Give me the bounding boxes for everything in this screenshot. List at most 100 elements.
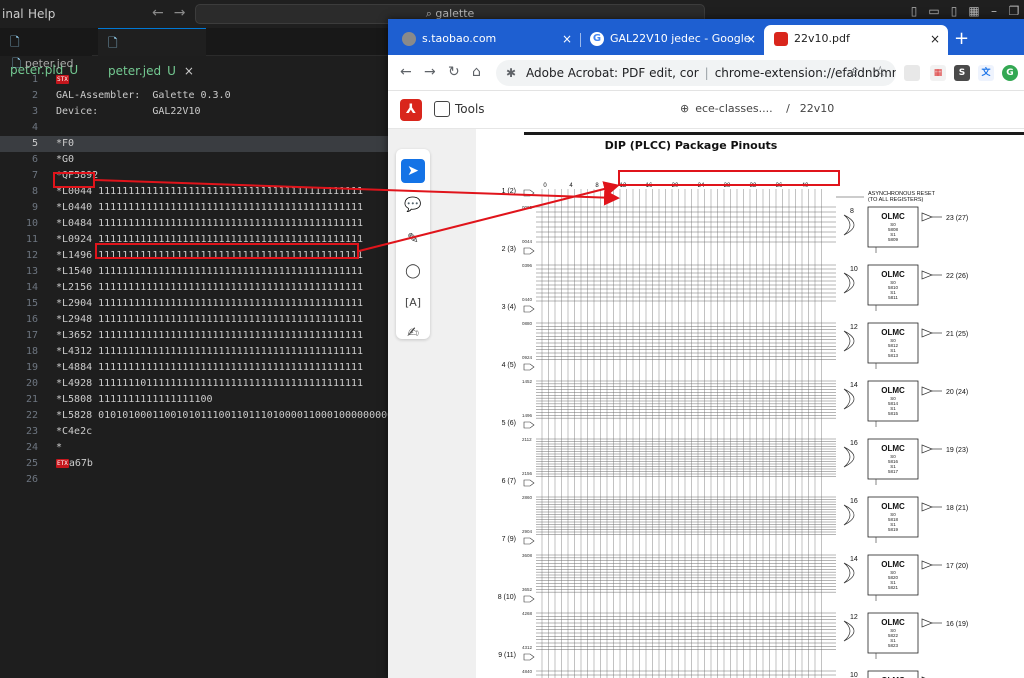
new-tab-button[interactable]: + xyxy=(954,25,969,53)
code-editor[interactable]: 1 STX 2 GAL-Assembler: Galette 0.3.0 3 Device… xyxy=(0,72,393,488)
acrobat-icon xyxy=(774,32,788,46)
restore-icon[interactable]: ❐ xyxy=(1004,4,1024,18)
code-line[interactable]: 2 GAL-Assembler: Galette 0.3.0 xyxy=(0,88,390,104)
input-buffer-icon xyxy=(523,247,535,255)
olmc-select-fuse: 5823 xyxy=(888,643,899,648)
control-char-badge: ETX xyxy=(56,458,69,468)
back-icon[interactable]: ← xyxy=(400,64,412,80)
or-gate-icon xyxy=(843,504,855,526)
share-icon[interactable]: ⇪ xyxy=(850,65,860,79)
address-bar[interactable]: ✱ Adobe Acrobat: PDF edit, cor | chrome-ex… xyxy=(496,60,896,86)
annotation-box-l1540-fuses xyxy=(95,243,359,259)
desktop: inal Help ←→ ⌕ galette ▯ ▭ ▯ ▦ – ❐ 🗋peter.pld… xyxy=(0,0,1024,678)
code-line[interactable]: 17 *L3652 1111111111111111111111111111111… xyxy=(0,328,390,344)
file-icon: 🗋 xyxy=(10,35,20,49)
input-buffer-icon xyxy=(523,305,535,313)
comment-icon[interactable]: 💬 xyxy=(401,193,425,217)
input-pin-label: 5 (6) xyxy=(502,420,516,427)
document-path: ⊕ ece-classes.... /22v10 xyxy=(680,102,835,115)
line-number: 4 xyxy=(31,122,38,133)
fuse-row-label: 4268 xyxy=(522,611,533,616)
output-pin-label: 20 (24) xyxy=(946,389,968,396)
chrome-tab-google[interactable]: G GAL22V10 jedec - Google Search × xyxy=(580,25,764,73)
code-line[interactable]: 15 *L2904 1111111111111111111111111111111… xyxy=(0,296,390,312)
line-number: 8 xyxy=(31,186,38,197)
tools-button[interactable]: Tools xyxy=(455,102,485,116)
code-line[interactable]: 3 Device: GAL22V10 xyxy=(0,104,390,120)
or-gate-icon xyxy=(843,272,855,294)
line-number: 24 xyxy=(25,442,38,453)
pencil-icon[interactable]: ✎ xyxy=(401,227,425,251)
code-line[interactable]: 24 * xyxy=(0,440,390,456)
line-text: *L4928 111111101111111111111111111111111… xyxy=(56,378,364,389)
chrome-tab-taobao[interactable]: s.taobao.com × xyxy=(392,25,580,55)
close-tab-icon[interactable]: × xyxy=(930,25,940,53)
breadcrumb[interactable]: 🗋 peter.jed xyxy=(12,56,74,72)
term-count: 12 xyxy=(850,614,858,621)
code-line[interactable]: 5 *F0 xyxy=(0,136,390,152)
line-number: 12 xyxy=(25,250,38,261)
nav-arrows-icon[interactable]: ←→ xyxy=(152,5,195,21)
signature-icon[interactable]: ✍ xyxy=(401,321,425,345)
extension-grid-icon[interactable]: ▦ xyxy=(930,65,946,81)
output-buffer-icon xyxy=(921,270,933,280)
fuse-row-label: 3608 xyxy=(522,553,533,558)
code-line[interactable]: 10 *L0484 1111111111111111111111111111111… xyxy=(0,216,390,232)
chrome-tab-pdf[interactable]: 22v10.pdf × xyxy=(764,25,948,55)
bookmark-star-icon[interactable]: ☆ xyxy=(874,64,887,80)
code-line[interactable]: 26 xyxy=(0,472,390,488)
extension-s-icon[interactable]: S xyxy=(954,65,970,81)
select-cursor-icon[interactable]: ➤ xyxy=(401,159,425,183)
code-line[interactable]: 21 *L5808 1111111111111111100 xyxy=(0,392,390,408)
extension-blank-icon[interactable] xyxy=(904,65,920,81)
line-number: 14 xyxy=(25,282,38,293)
fuse-row-label: 1452 xyxy=(522,379,533,384)
output-pin-label: 17 (20) xyxy=(946,563,968,570)
layout-sidebar-icon[interactable]: ▯ xyxy=(904,4,924,18)
close-tab-icon[interactable]: × xyxy=(746,25,756,53)
fuse-row-label: 0440 xyxy=(522,297,533,302)
extension-g-icon[interactable]: G xyxy=(1002,65,1018,81)
layout-panel-icon[interactable]: ▭ xyxy=(924,4,944,18)
input-pin-label: 6 (7) xyxy=(502,478,516,485)
home-icon[interactable]: ⌂ xyxy=(472,64,481,80)
line-number: 3 xyxy=(31,106,38,117)
tools-grid-icon[interactable] xyxy=(434,101,450,117)
text-box-icon[interactable]: [A] xyxy=(401,291,425,315)
line-text: *L5808 1111111111111111100 xyxy=(56,394,213,405)
code-line[interactable]: 22 *L5828 0101010001100101011100110111010… xyxy=(0,408,393,424)
forward-icon[interactable]: → xyxy=(424,64,436,80)
line-text: Device: GAL22V10 xyxy=(56,106,201,117)
code-line[interactable]: 4 xyxy=(0,120,390,136)
fuse-row-label: 0396 xyxy=(522,263,533,268)
term-count: 10 xyxy=(850,672,858,678)
tab-peter-pld[interactable]: 🗋peter.pld U xyxy=(0,28,92,77)
code-line[interactable]: 16 *L2948 1111111111111111111111111111111… xyxy=(0,312,390,328)
output-buffer-icon xyxy=(921,560,933,570)
code-line[interactable]: 14 *L2156 1111111111111111111111111111111… xyxy=(0,280,390,296)
code-line[interactable]: 19 *L4884 1111111111111111111111111111111… xyxy=(0,360,390,376)
taobao-icon xyxy=(402,32,416,46)
close-tab-icon[interactable]: × xyxy=(562,25,572,53)
fuse-row-label: 0924 xyxy=(522,355,533,360)
code-line[interactable]: 9 *L0440 11111111111111111111111111111111… xyxy=(0,200,390,216)
reload-icon[interactable]: ↻ xyxy=(448,64,460,80)
menu-terminal[interactable]: inal xyxy=(2,7,24,21)
code-line[interactable]: 18 *L4312 1111111111111111111111111111111… xyxy=(0,344,390,360)
lasso-icon[interactable]: ◯ xyxy=(401,259,425,283)
minimize-icon[interactable]: – xyxy=(984,4,1004,18)
line-text: *F0 xyxy=(56,138,75,149)
code-line[interactable]: 23 *C4e2c xyxy=(0,424,390,440)
code-line[interactable]: 25 ETXa67b xyxy=(0,456,390,472)
layout-customize-icon[interactable]: ▦ xyxy=(964,4,984,18)
term-count: 12 xyxy=(850,324,858,331)
layout-secondary-icon[interactable]: ▯ xyxy=(944,4,964,18)
tab-peter-jed[interactable]: 🗋peter.jed U × xyxy=(98,28,206,78)
menu-help[interactable]: Help xyxy=(28,7,55,21)
code-line[interactable]: 13 *L1540 1111111111111111111111111111111… xyxy=(0,264,390,280)
code-line[interactable]: 6 *G0 xyxy=(0,152,390,168)
code-line[interactable]: 1 STX xyxy=(0,72,390,88)
input-pin-label: 8 (10) xyxy=(498,594,516,601)
extension-translate-icon[interactable]: 文 xyxy=(978,65,994,81)
code-line[interactable]: 20 *L4928 1111111011111111111111111111111… xyxy=(0,376,390,392)
